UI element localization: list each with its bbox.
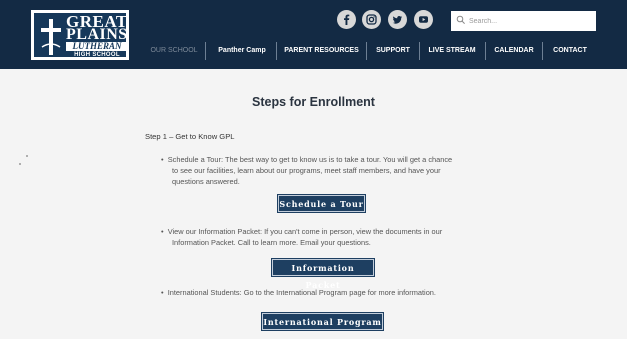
site-header: GREAT PLAINS LUTHERAN HIGH SCHOOL OUR SC… (0, 0, 627, 69)
tour-line-2: to see our facilities, learn about our p… (172, 166, 441, 175)
main-content: Steps for Enrollment Step 1 – Get to Kno… (0, 69, 627, 339)
search-input[interactable] (469, 13, 589, 29)
nav-support[interactable]: SUPPORT (372, 43, 414, 59)
page-title: Steps for Enrollment (252, 95, 375, 109)
decorative-dot (19, 163, 21, 165)
search-box[interactable] (451, 11, 596, 31)
nav-divider (419, 42, 420, 60)
step-heading: Step 1 – Get to Know GPL (145, 132, 235, 141)
tour-line-1: Schedule a Tour: The best way to get to … (167, 155, 453, 164)
bullet-dot: • (161, 288, 168, 297)
nav-contact[interactable]: CONTACT (550, 43, 590, 59)
nav-divider (485, 42, 486, 60)
tour-line-3: questions answered. (172, 177, 240, 186)
list-item-info-packet: • View our Information Packet: If you ca… (161, 226, 442, 248)
bullet-dot: • (161, 227, 168, 236)
information-packet-button[interactable]: Information Packet (272, 259, 374, 290)
search-icon (456, 15, 465, 24)
youtube-icon[interactable] (414, 10, 433, 29)
nav-divider (276, 42, 277, 60)
list-item-tour: • Schedule a Tour: The best way to get t… (161, 154, 452, 187)
nav-divider (366, 42, 367, 60)
international-program-button[interactable]: International Program (262, 313, 383, 330)
nav-divider (542, 42, 543, 60)
instagram-icon[interactable] (362, 10, 381, 29)
schedule-tour-button[interactable]: Schedule a Tour (278, 195, 365, 212)
nav-panther-camp[interactable]: Panther Camp (214, 43, 270, 59)
main-navigation: OUR SCHOOL Panther Camp PARENT RESOURCES… (0, 42, 627, 60)
nav-divider (205, 42, 206, 60)
decorative-dot (26, 155, 28, 157)
info-line-2: Information Packet. Call to learn more. … (172, 238, 371, 247)
facebook-icon[interactable] (337, 10, 356, 29)
nav-parent-resources[interactable]: PARENT RESOURCES (283, 43, 360, 59)
nav-calendar[interactable]: CALENDAR (492, 43, 536, 59)
info-line-1: View our Information Packet: If you can'… (167, 227, 443, 236)
nav-our-school[interactable]: OUR SCHOOL (149, 43, 199, 59)
bullet-dot: • (161, 155, 168, 164)
list-item-international: • International Students: Go to the Inte… (161, 287, 436, 298)
international-line-1: International Students: Go to the Intern… (167, 288, 436, 297)
nav-live-stream[interactable]: LIVE STREAM (426, 43, 478, 59)
logo-text-plains: PLAINS (66, 26, 128, 43)
twitter-icon[interactable] (388, 10, 407, 29)
